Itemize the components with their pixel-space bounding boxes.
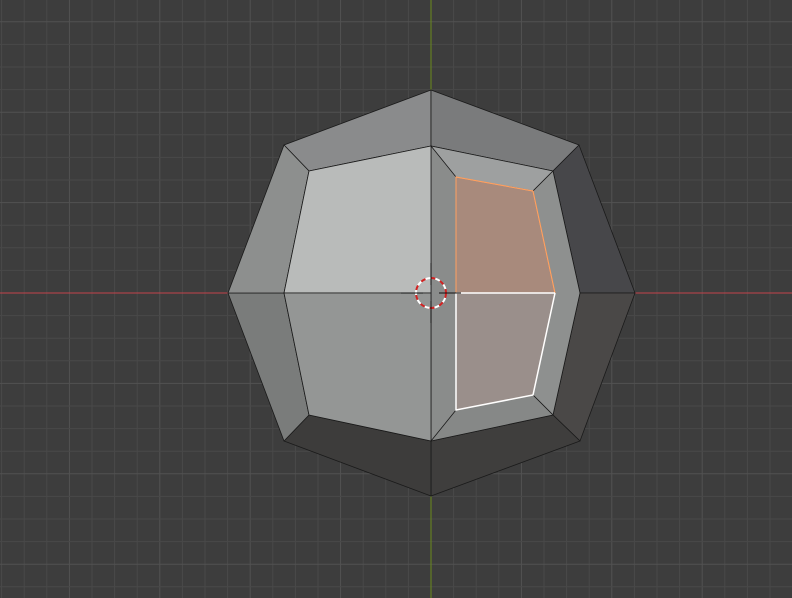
3d-viewport[interactable] [0, 0, 792, 598]
viewport-canvas[interactable] [0, 0, 792, 598]
mesh-object[interactable] [227, 89, 636, 497]
